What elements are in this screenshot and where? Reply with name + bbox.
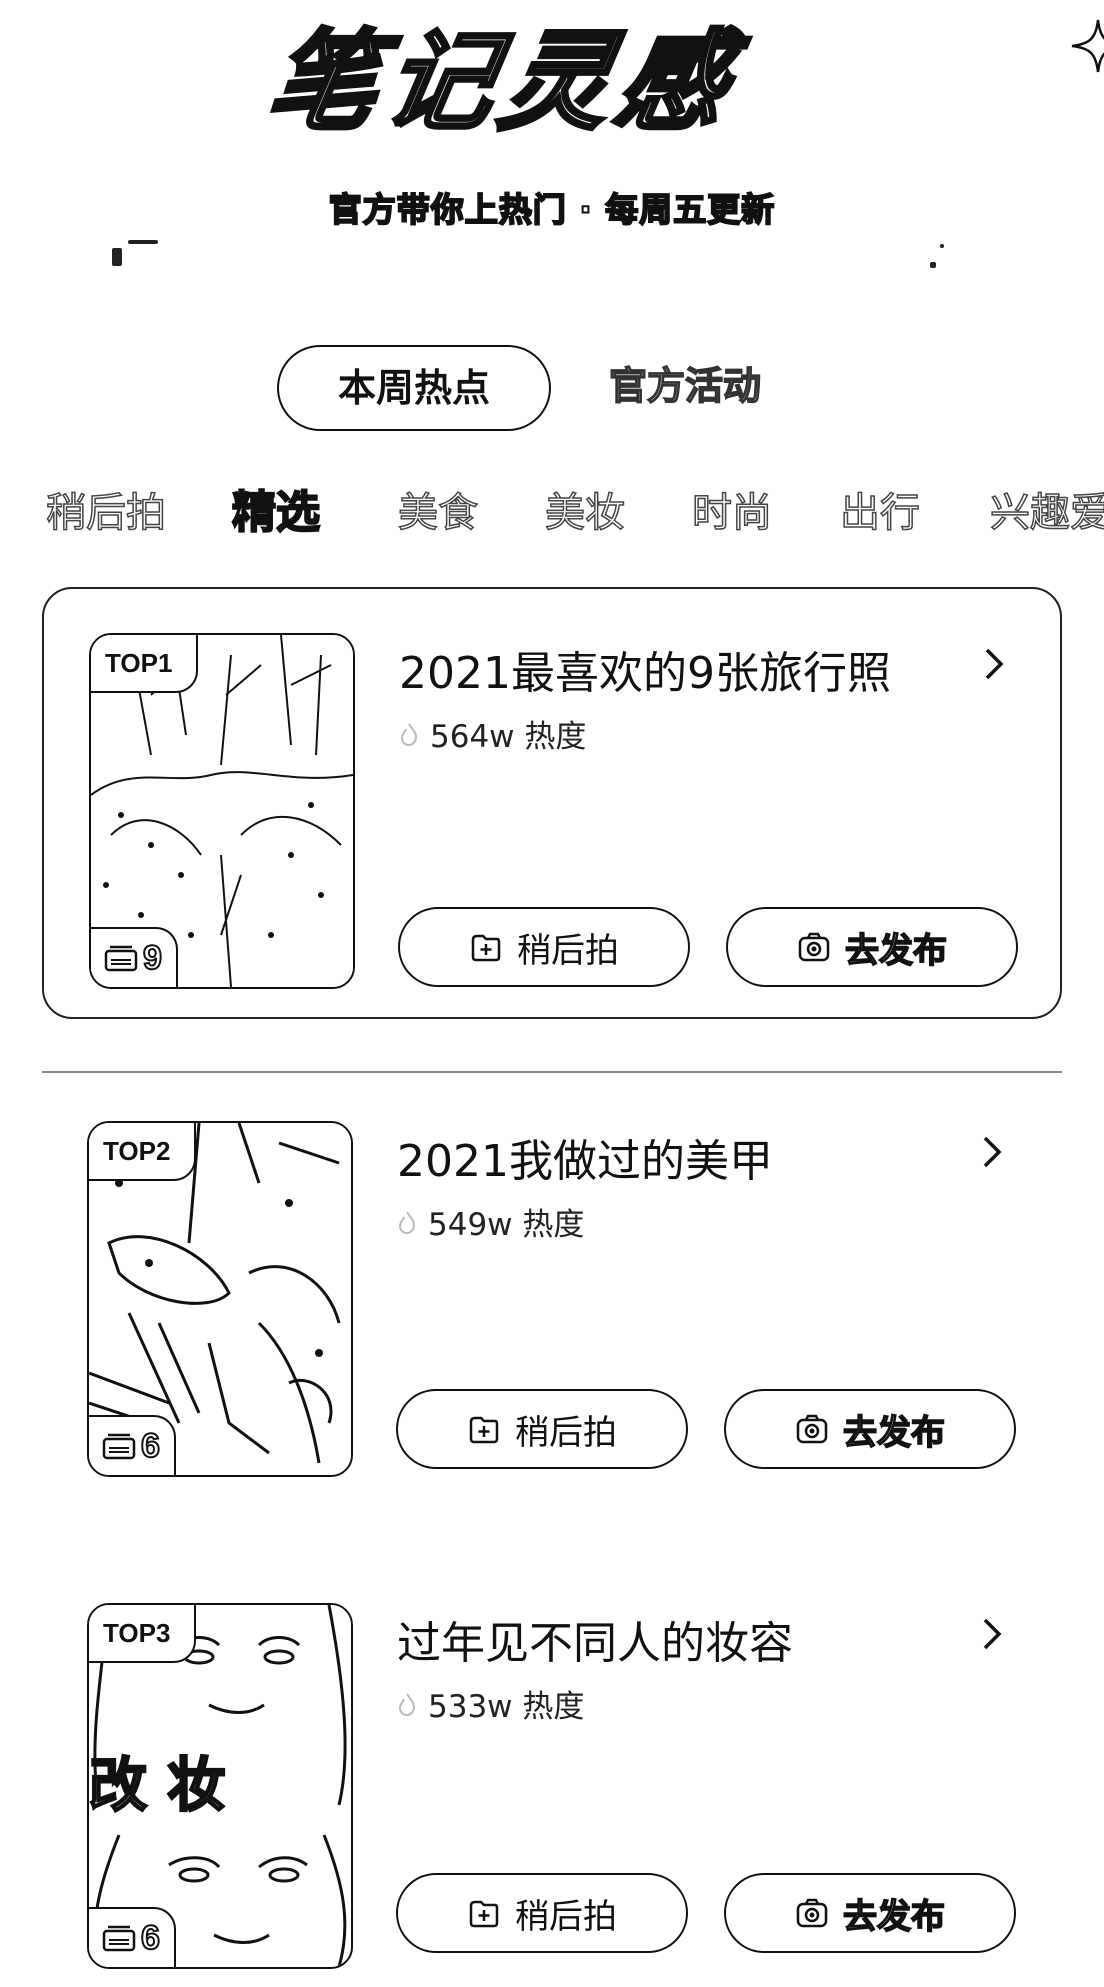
tab-official-events[interactable]: 官方活动 <box>590 345 780 427</box>
category-food[interactable]: 美食 <box>397 478 479 548</box>
category-travel[interactable]: 出行 <box>839 478 921 548</box>
shoot-later-label: 稍后拍 <box>515 1896 617 1937</box>
flame-icon <box>398 1210 416 1234</box>
category-beauty[interactable]: 美妆 <box>544 478 626 548</box>
heat-indicator: 564w 热度 <box>396 711 586 756</box>
shoot-later-button[interactable]: 稍后拍 <box>398 907 690 987</box>
heat-value: 533w 热度 <box>428 1689 585 1725</box>
decoration <box>112 248 122 266</box>
image-count-badge: 6 <box>89 1907 176 1967</box>
topic-card[interactable]: TOP1 9 2021最喜欢的9张旅行照 564w 热度 稍后拍 去发布 <box>42 587 1062 1019</box>
topic-thumbnail[interactable]: 改 妆 TOP3 6 <box>87 1603 353 1969</box>
rank-badge: TOP3 <box>89 1605 197 1663</box>
chevron-right-icon[interactable] <box>979 644 1009 684</box>
camera-icon <box>796 1898 828 1928</box>
topic-title[interactable]: 2021我做过的美甲 <box>397 1125 957 1189</box>
page-subtitle: 官方带你上热门 · 每周五更新 <box>328 189 776 230</box>
shoot-later-label: 稍后拍 <box>515 1412 617 1453</box>
image-count-badge: 9 <box>91 927 178 987</box>
page-header: 笔记灵感 官方带你上热门 · 每周五更新 <box>0 0 1104 300</box>
image-count: 6 <box>140 1918 161 1958</box>
rank-badge: TOP2 <box>89 1123 197 1181</box>
heat-indicator: 549w 热度 <box>394 1199 584 1244</box>
thumbnail-text: 改 妆 <box>89 1751 225 1819</box>
heat-indicator: 533w 热度 <box>394 1681 584 1726</box>
category-featured[interactable]: 精选 <box>231 478 321 548</box>
publish-button[interactable]: 去发布 <box>724 1873 1016 1953</box>
decoration <box>940 244 944 248</box>
category-bar: 稍后拍 精选 美食 美妆 时尚 出行 兴趣爱 <box>0 478 1104 548</box>
publish-label: 去发布 <box>844 930 948 972</box>
category-hobby[interactable]: 兴趣爱 <box>989 478 1104 548</box>
chevron-right-icon[interactable] <box>977 1132 1007 1172</box>
chevron-right-icon[interactable] <box>977 1614 1007 1654</box>
logo-title: 笔记灵感 <box>257 18 747 147</box>
topic-thumbnail[interactable]: TOP1 9 <box>89 633 355 989</box>
logo: 笔记灵感 <box>257 18 1104 148</box>
publish-label: 去发布 <box>842 1896 946 1938</box>
flame-icon <box>400 722 418 746</box>
heat-value: 549w 热度 <box>428 1207 585 1243</box>
album-icon <box>104 945 138 972</box>
category-shoot-later[interactable]: 稍后拍 <box>45 478 167 548</box>
main-tab-bar: 本周热点 官方活动 <box>0 345 1104 431</box>
publish-button[interactable]: 去发布 <box>724 1389 1016 1469</box>
add-box-icon <box>469 1416 499 1444</box>
publish-label: 去发布 <box>842 1412 946 1454</box>
sparkle-icon <box>1071 19 1104 73</box>
rank-badge: TOP1 <box>91 635 199 693</box>
camera-icon <box>796 1414 828 1444</box>
image-count-badge: 6 <box>89 1415 176 1475</box>
image-count: 6 <box>140 1426 161 1466</box>
album-icon <box>102 1925 136 1952</box>
topic-title[interactable]: 过年见不同人的妆容 <box>397 1607 957 1671</box>
image-count: 9 <box>142 938 163 978</box>
topic-title[interactable]: 2021最喜欢的9张旅行照 <box>399 637 959 701</box>
decoration <box>930 262 936 268</box>
add-box-icon <box>471 934 501 962</box>
topic-card[interactable]: 改 妆 TOP3 6 过年见不同人的妆容 533w 热度 稍后拍 去发布 <box>42 1555 1062 1987</box>
album-icon <box>102 1433 136 1460</box>
topic-card[interactable]: TOP2 6 2021我做过的美甲 549w 热度 稍后拍 去发布 <box>42 1071 1062 1503</box>
publish-button[interactable]: 去发布 <box>726 907 1018 987</box>
shoot-later-button[interactable]: 稍后拍 <box>396 1873 688 1953</box>
shoot-later-button[interactable]: 稍后拍 <box>396 1389 688 1469</box>
camera-icon <box>798 932 830 962</box>
add-box-icon <box>469 1900 499 1928</box>
tab-weekly-hot[interactable]: 本周热点 <box>277 345 551 431</box>
heat-value: 564w 热度 <box>430 719 587 755</box>
topic-thumbnail[interactable]: TOP2 6 <box>87 1121 353 1477</box>
shoot-later-label: 稍后拍 <box>517 930 619 971</box>
decoration <box>128 240 158 244</box>
flame-icon <box>398 1692 416 1716</box>
category-fashion[interactable]: 时尚 <box>691 478 773 548</box>
